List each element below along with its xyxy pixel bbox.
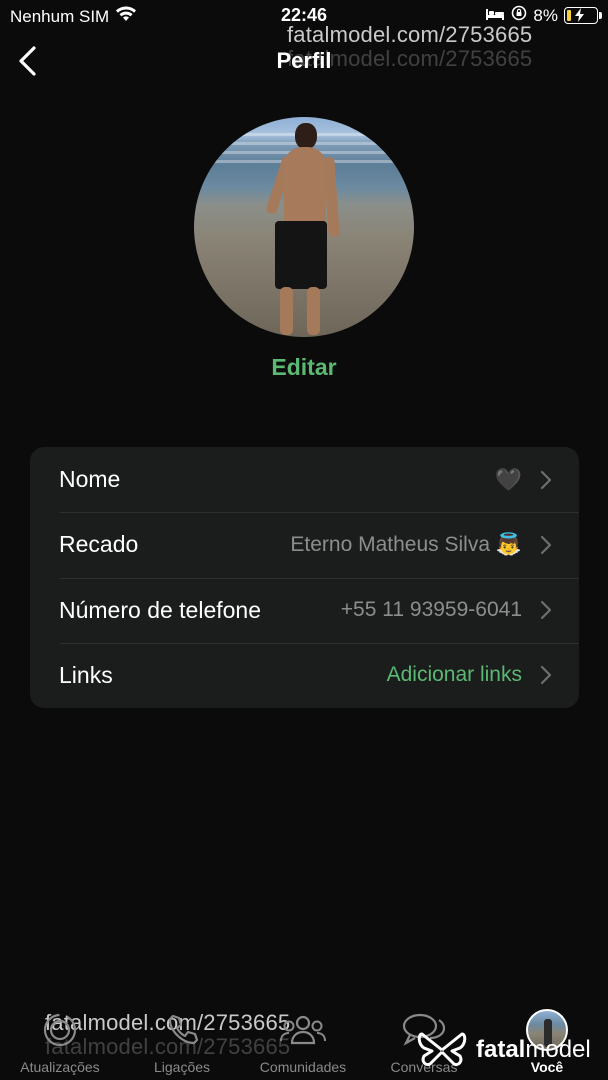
row-value: +55 11 93959-6041 [340, 598, 522, 622]
tab-label: Ligações [153, 1059, 211, 1075]
row-name[interactable]: Nome 🖤 [30, 447, 579, 512]
battery-charging-icon [564, 7, 602, 24]
tab-calls[interactable]: Ligações [122, 1005, 242, 1075]
row-value: Eterno Matheus Silva 👼 [290, 532, 522, 556]
chevron-right-icon [540, 535, 552, 554]
bed-icon [485, 6, 505, 26]
row-phone[interactable]: Número de telefone +55 11 93959-6041 [30, 577, 579, 643]
tab-updates[interactable]: Atualizações [0, 1005, 120, 1075]
phone-icon [122, 1005, 242, 1055]
row-value: 🖤 [494, 466, 522, 492]
row-links[interactable]: Links Adicionar links [30, 642, 579, 708]
tab-label: Atualizações [20, 1059, 100, 1075]
row-status[interactable]: Recado Eterno Matheus Silva 👼 [30, 512, 579, 577]
battery-level [567, 10, 571, 21]
brand-watermark: fatalmodel [416, 1030, 591, 1070]
battery-percent: 8% [533, 5, 558, 25]
status-bar: Nenhum SIM 22:46 8% [0, 0, 608, 30]
profile-photo[interactable] [194, 117, 414, 337]
chevron-right-icon [540, 666, 552, 685]
brand-name-regular: model [525, 1036, 591, 1063]
row-label: Links [59, 661, 113, 688]
add-links-link[interactable]: Adicionar links [387, 663, 522, 687]
edit-photo-button[interactable]: Editar [0, 354, 608, 381]
row-label: Número de telefone [59, 596, 262, 623]
updates-icon [0, 1005, 120, 1055]
butterfly-logo-icon [417, 1032, 467, 1066]
page-title: Perfil [276, 48, 332, 73]
tab-label: Comunidades [259, 1059, 347, 1075]
profile-info-card: Nome 🖤 Recado Eterno Matheus Silva 👼 Núm… [30, 447, 579, 708]
chevron-right-icon [540, 601, 552, 620]
chevron-right-icon [540, 470, 552, 489]
brand-name: fatalmodel [476, 1036, 591, 1064]
brand-name-bold: fatal [476, 1036, 526, 1063]
row-label: Nome [59, 466, 121, 493]
row-label: Recado [59, 531, 139, 558]
orientation-lock-icon [511, 5, 527, 26]
communities-icon [243, 1005, 363, 1055]
status-right: 8% [485, 5, 602, 26]
tab-communities[interactable]: Comunidades [243, 1005, 363, 1075]
